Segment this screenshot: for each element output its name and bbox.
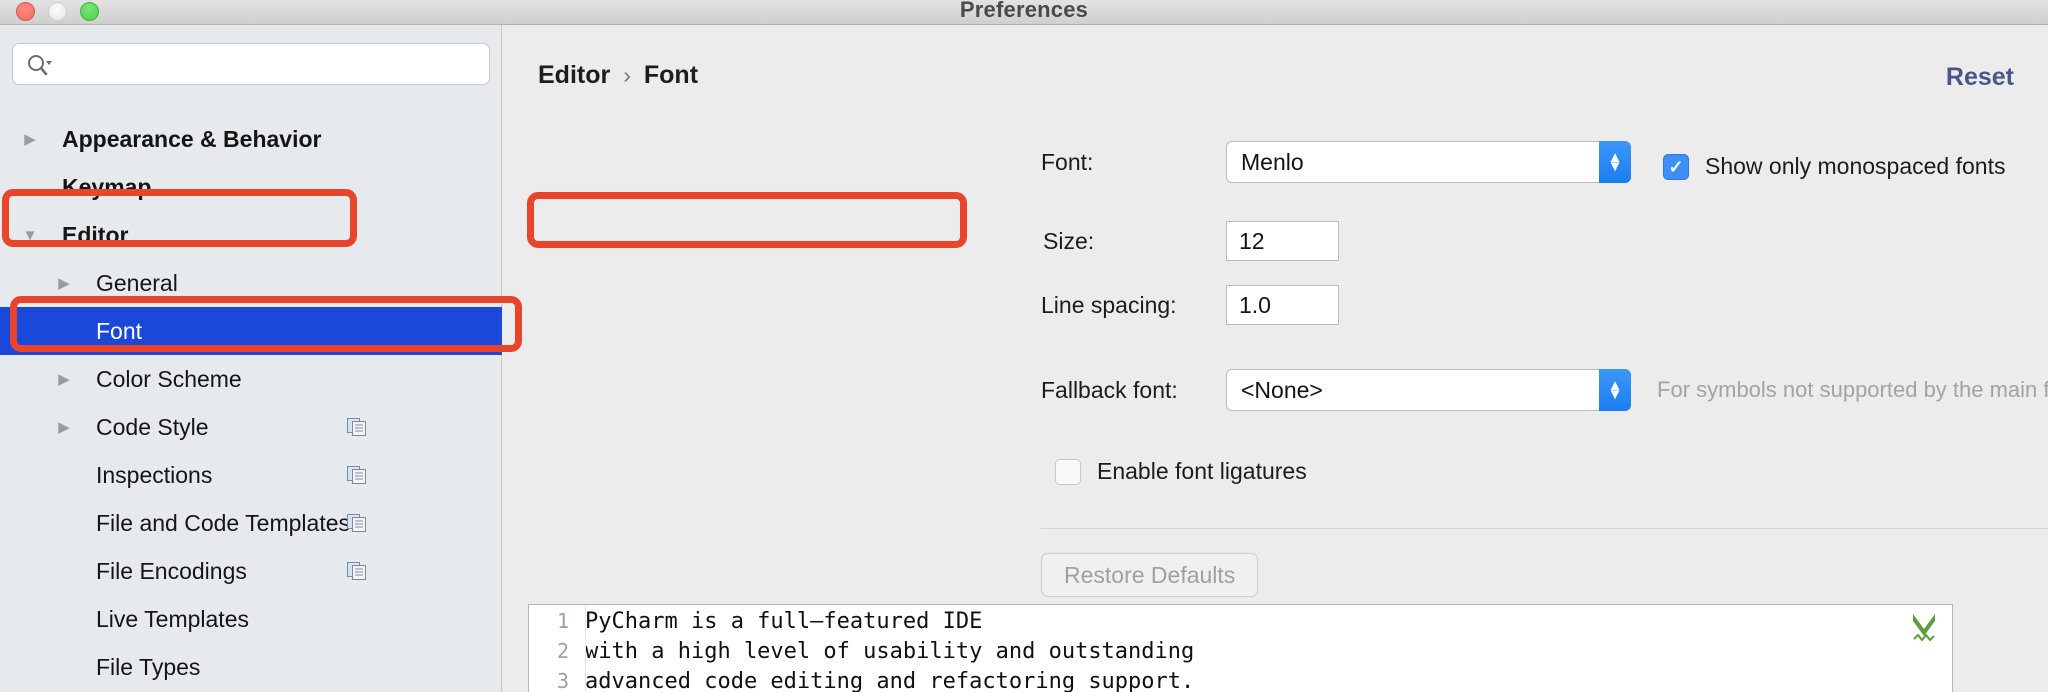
ligatures-checkbox-row[interactable]: Enable font ligatures — [1055, 458, 1307, 485]
preview-line: 3 advanced code editing and refactoring … — [529, 669, 1952, 692]
enable-ligatures-label: Enable font ligatures — [1097, 458, 1307, 484]
fallback-font-select[interactable]: <None> ▲ ▼ — [1226, 369, 1631, 411]
sidebar-item-file-encodings[interactable]: File Encodings — [0, 547, 502, 595]
line-spacing-label: Line spacing: — [1041, 291, 1177, 318]
font-family-value: Menlo — [1241, 148, 1304, 175]
sidebar-item-live-templates[interactable]: Live Templates — [0, 595, 502, 643]
checkmark-icon: ✓ — [1668, 156, 1684, 177]
window-title: Preferences — [959, 0, 1089, 22]
sidebar-item-general[interactable]: ▶ General — [0, 259, 502, 307]
sidebar-item-label: File Encodings — [96, 557, 247, 584]
line-spacing-row: Line spacing: 1.0 — [1041, 285, 1339, 325]
restore-defaults-button[interactable]: Restore Defaults — [1041, 553, 1259, 597]
copy-settings-icon[interactable] — [347, 562, 367, 581]
sidebar-item-label: Appearance & Behavior — [62, 125, 322, 152]
copy-settings-icon[interactable] — [347, 514, 367, 533]
sidebar-item-color-scheme[interactable]: ▶ Color Scheme — [0, 355, 502, 403]
preview-line: 2 with a high level of usability and out… — [529, 639, 1952, 669]
enable-ligatures-checkbox[interactable] — [1055, 458, 1081, 485]
sidebar-item-editor[interactable]: ▼ Editor — [0, 211, 502, 259]
sidebar-item-code-style[interactable]: ▶ Code Style — [0, 403, 502, 451]
chevron-right-icon[interactable]: ▶ — [52, 420, 76, 435]
preferences-window: Preferences ▶ Appearance & Behavior Keym… — [0, 0, 2048, 692]
chevron-right-icon[interactable]: ▶ — [52, 276, 76, 291]
title-bar: Preferences — [0, 0, 2048, 25]
sidebar-item-label: Font — [96, 317, 143, 344]
green-check-inspection-icon[interactable] — [1910, 611, 1938, 643]
sidebar-item-appearance-behavior[interactable]: ▶ Appearance & Behavior — [0, 115, 502, 163]
chevron-updown-icon[interactable]: ▲ ▼ — [1599, 141, 1631, 183]
line-spacing-value: 1.0 — [1239, 291, 1271, 318]
search-box[interactable] — [12, 43, 490, 86]
sidebar-item-label: Color Scheme — [96, 365, 242, 392]
sidebar-item-label: Keymap — [62, 173, 152, 200]
sidebar-item-file-types[interactable]: File Types — [0, 643, 502, 691]
line-number: 2 — [556, 639, 569, 663]
sidebar-item-font[interactable]: Font — [0, 307, 502, 355]
sidebar-item-label: File Types — [96, 653, 201, 680]
line-text: advanced code editing and refactoring su… — [585, 669, 1195, 692]
font-family-select[interactable]: Menlo ▲ ▼ — [1226, 141, 1631, 183]
sidebar-item-label: Code Style — [96, 413, 209, 440]
sidebar-item-label: General — [96, 269, 178, 296]
fallback-font-row: Fallback font: <None> ▲ ▼ For symbols not… — [1041, 369, 2048, 411]
settings-sidebar: ▶ Appearance & Behavior ▶ Keymap ▼ Edito… — [0, 25, 502, 692]
sidebar-item-inspections[interactable]: Inspections — [0, 451, 502, 499]
gutter-divider — [585, 605, 586, 692]
fallback-font-label: Fallback font: — [1041, 376, 1178, 403]
line-text: with a high level of usability and outst… — [585, 639, 1195, 664]
sidebar-item-label: Editor — [62, 221, 129, 248]
copy-settings-icon[interactable] — [347, 466, 367, 485]
font-settings-form: Font: Menlo ▲ ▼ ✓ Show only monospaced fo… — [503, 25, 2048, 692]
settings-tree: ▶ Appearance & Behavior ▶ Keymap ▼ Edito… — [0, 115, 502, 691]
sidebar-item-keymap[interactable]: ▶ Keymap — [0, 163, 502, 211]
size-row: Size: 12 — [1043, 221, 1339, 261]
font-label: Font: — [1041, 148, 1094, 175]
show-monospaced-label: Show only monospaced fonts — [1705, 153, 2006, 179]
line-text: PyCharm is a full—featured IDE — [585, 609, 983, 634]
font-size-value: 12 — [1239, 227, 1265, 254]
size-label: Size: — [1043, 227, 1095, 254]
fallback-font-value: <None> — [1241, 376, 1323, 403]
chevron-updown-icon[interactable]: ▲ ▼ — [1599, 369, 1631, 411]
sidebar-item-label: Inspections — [96, 461, 213, 488]
chevron-right-icon[interactable]: ▶ — [18, 132, 42, 147]
line-number: 1 — [556, 609, 569, 633]
sidebar-item-label: File and Code Templates — [96, 509, 350, 536]
chevron-right-icon[interactable]: ▶ — [52, 372, 76, 387]
font-size-input[interactable]: 12 — [1226, 221, 1339, 261]
font-preview-editor[interactable]: 1 PyCharm is a full—featured IDE 2 with … — [528, 604, 1953, 692]
line-number: 3 — [556, 669, 569, 692]
search-icon — [26, 53, 52, 77]
section-divider — [1041, 528, 2048, 529]
settings-detail-panel: Editor › Font Reset Font: Menlo ▲ ▼ ✓ Sh… — [503, 25, 2048, 692]
sidebar-item-file-and-code-templates[interactable]: File and Code Templates — [0, 499, 502, 547]
search-input[interactable] — [59, 44, 483, 86]
chevron-down-icon[interactable]: ▼ — [18, 228, 42, 243]
fallback-font-hint: For symbols not supported by the main fo… — [1657, 377, 2048, 402]
monospaced-checkbox-row[interactable]: ✓ Show only monospaced fonts — [1663, 153, 2005, 180]
line-spacing-input[interactable]: 1.0 — [1226, 285, 1339, 325]
preview-line: 1 PyCharm is a full—featured IDE — [529, 609, 1952, 639]
font-row: Font: Menlo ▲ ▼ — [1041, 141, 1631, 183]
sidebar-item-label: Live Templates — [96, 605, 249, 632]
copy-settings-icon[interactable] — [347, 418, 367, 437]
search-field-wrapper[interactable] — [12, 43, 490, 86]
show-monospaced-checkbox[interactable]: ✓ — [1663, 153, 1689, 180]
